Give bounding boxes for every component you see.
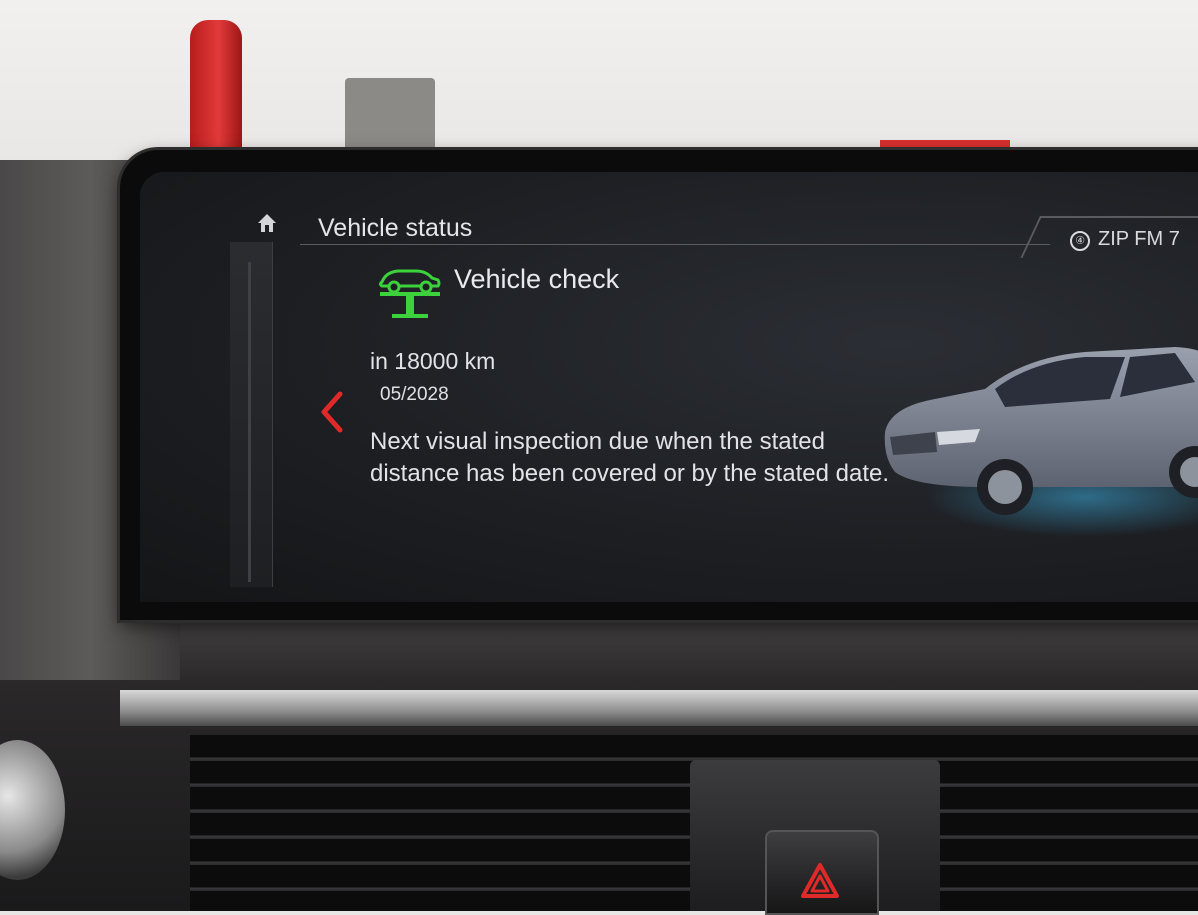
radio-source-icon: ④ <box>1070 231 1090 251</box>
page-title: Vehicle status <box>318 214 473 242</box>
scroll-track[interactable] <box>248 262 251 582</box>
home-icon[interactable] <box>256 212 278 234</box>
service-distance: in 18000 km <box>370 348 496 374</box>
vehicle-image <box>884 347 1198 537</box>
hazard-triangle-icon <box>801 863 839 898</box>
dashboard-trim <box>120 690 1198 726</box>
service-item-title: Vehicle check <box>454 264 620 294</box>
service-description: Next visual inspection due when the stat… <box>370 428 890 487</box>
radio-status[interactable]: ④ ZIP FM 7 <box>1070 228 1180 251</box>
radio-station-label: ZIP FM 7 <box>1098 228 1180 250</box>
left-side-rail <box>230 242 273 587</box>
service-date: 05/2028 <box>380 384 449 405</box>
vehicle-lift-icon <box>379 269 441 318</box>
idrive-screen: Vehicle status ④ ZIP FM 7 Vehicle check i… <box>140 172 1198 602</box>
chevron-left-icon[interactable] <box>318 390 344 434</box>
fire-extinguisher <box>190 20 242 160</box>
header-divider <box>300 244 1050 245</box>
